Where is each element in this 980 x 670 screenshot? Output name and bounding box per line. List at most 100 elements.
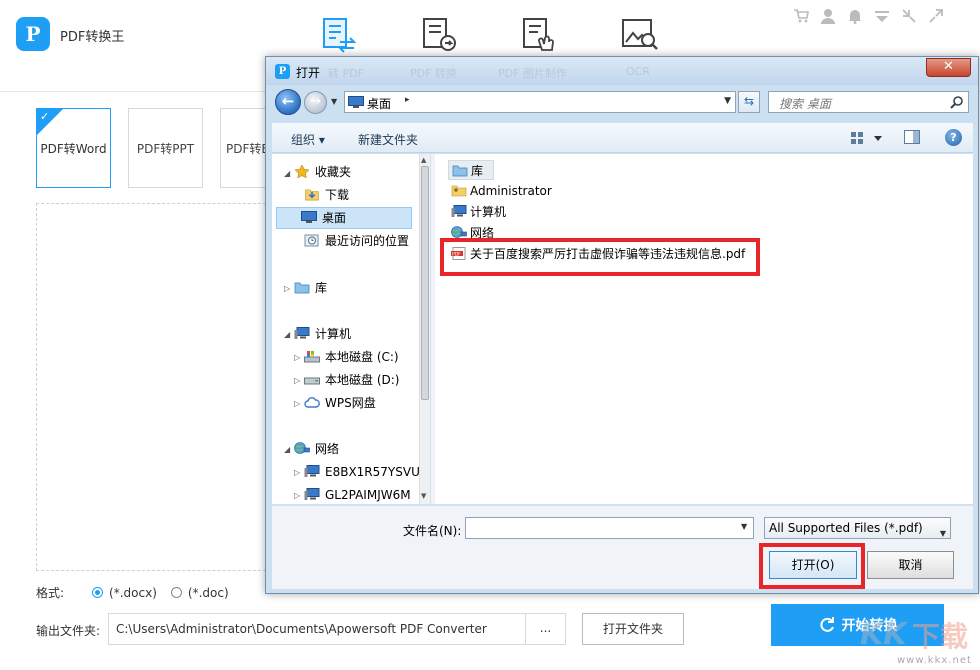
collapse-favorites-icon[interactable]: ◢: [284, 169, 290, 178]
nav-item-label: 最近访问的位置: [325, 234, 410, 248]
minimize-icon[interactable]: [901, 8, 917, 24]
nav-item-drive-c[interactable]: 本地磁盘 (C:): [304, 347, 399, 369]
format-options: 格式: (*.docx) (*.doc): [36, 584, 229, 601]
expand-drive-d-icon[interactable]: ▷: [294, 376, 300, 385]
cancel-button[interactable]: 取消: [867, 551, 954, 579]
expand-host-2-icon[interactable]: ▷: [294, 491, 300, 500]
forward-button[interactable]: →: [304, 91, 327, 114]
dialog-close-button[interactable]: ✕: [926, 58, 971, 77]
network-computer-icon: [304, 465, 320, 477]
nav-item-label: 库: [315, 281, 328, 295]
history-dropdown-icon[interactable]: ▼: [331, 97, 337, 106]
address-location: 桌面: [367, 97, 392, 111]
system-drive-icon: [304, 351, 320, 363]
nav-item-network-host[interactable]: GL2PAIMJW6M: [304, 485, 411, 504]
ghost-tab-text: PDF 图片制作: [498, 67, 567, 80]
check-icon: ✓: [40, 110, 50, 123]
open-folder-button[interactable]: 打开文件夹: [582, 613, 684, 645]
preview-pane-icon[interactable]: [904, 130, 920, 144]
refresh-button[interactable]: ⇆: [738, 91, 760, 113]
filetype-select[interactable]: All Supported Files (*.pdf) ▼: [764, 517, 951, 539]
cart-icon[interactable]: [793, 8, 809, 24]
address-separator-icon[interactable]: ▸: [405, 95, 410, 105]
ghost-tab-text: 转 PDF: [328, 67, 364, 80]
pdf-highlight-box: [440, 238, 760, 276]
radio-docx-label[interactable]: (*.docx): [109, 586, 157, 600]
drive-icon: [304, 377, 320, 385]
navigation-pane: ◢ 收藏夹 下载 桌面 最近访问的位置 ▷ 库 ◢ 计算机 ▷ 本地磁盘 (C:…: [272, 154, 430, 504]
dialog-bottom-bar: 文件名(N): ▼ All Supported Files (*.pdf) ▼ …: [272, 505, 973, 589]
file-item-administrator[interactable]: Administrator: [451, 181, 552, 201]
nav-item-wps-cloud[interactable]: WPS网盘: [304, 393, 376, 415]
format-label: 格式:: [36, 586, 65, 600]
collapse-network-icon[interactable]: ◢: [284, 445, 290, 454]
file-item-computer[interactable]: 计算机: [451, 202, 506, 222]
ghost-tab-text: PDF 转换: [410, 67, 457, 80]
filename-input[interactable]: [465, 517, 754, 539]
browse-button[interactable]: ...: [526, 613, 566, 645]
output-folder-path[interactable]: C:\Users\Administrator\Documents\Apowers…: [108, 613, 526, 645]
pdf-export-tool-icon[interactable]: [420, 16, 460, 54]
organize-button[interactable]: 组织 ▾: [291, 131, 325, 148]
nav-item-computer[interactable]: 计算机: [294, 324, 351, 346]
nav-item-drive-d[interactable]: 本地磁盘 (D:): [304, 370, 399, 392]
radio-doc-label[interactable]: (*.doc): [188, 586, 229, 600]
scroll-up-icon[interactable]: ▲: [421, 156, 426, 164]
pdf-edit-tool-icon[interactable]: [520, 16, 560, 54]
card-pdf-to-ppt[interactable]: PDF转PPT: [128, 108, 203, 188]
app-title: PDF转换王: [60, 30, 125, 45]
expand-drive-c-icon[interactable]: ▷: [294, 353, 300, 362]
nav-scrollbar[interactable]: ▲ ▼: [419, 154, 430, 504]
search-input[interactable]: 搜索 桌面: [768, 91, 969, 113]
library-icon: [452, 165, 468, 177]
nav-item-network-host[interactable]: E8BX1R57YSVU: [304, 462, 420, 484]
computer-icon: [451, 205, 467, 217]
dialog-title: 打开: [296, 66, 321, 80]
expand-host-1-icon[interactable]: ▷: [294, 468, 300, 477]
back-button[interactable]: ←: [275, 89, 301, 115]
pdf-convert-tool-icon[interactable]: [320, 16, 360, 54]
address-dropdown-icon[interactable]: ▼: [724, 96, 731, 106]
card-pdf-to-word[interactable]: ✓ PDF转Word: [36, 108, 111, 188]
card-label: PDF转E: [226, 142, 269, 156]
image-ocr-tool-icon[interactable]: [620, 16, 660, 54]
view-options-icon[interactable]: [850, 131, 884, 145]
address-bar[interactable]: 桌面 ▸ ▼: [344, 91, 736, 113]
nav-item-downloads[interactable]: 下载: [304, 185, 349, 207]
radio-docx[interactable]: [92, 587, 104, 598]
menu-icon[interactable]: [874, 8, 890, 24]
nav-item-label: 收藏夹: [315, 165, 352, 179]
nav-scrollbar-thumb[interactable]: [421, 166, 429, 400]
file-item-libraries[interactable]: 库: [448, 160, 495, 180]
radio-doc[interactable]: [170, 587, 182, 598]
help-icon[interactable]: ?: [945, 129, 962, 146]
refresh-icon: [819, 617, 834, 632]
star-icon: [294, 165, 310, 178]
nav-item-libraries[interactable]: 库: [294, 278, 327, 300]
bell-icon[interactable]: [847, 8, 863, 24]
nav-item-desktop[interactable]: 桌面: [276, 207, 412, 229]
card-label: PDF转Word: [40, 142, 107, 156]
open-button-highlight-box: [759, 543, 865, 589]
expand-wps-icon[interactable]: ▷: [294, 399, 300, 408]
network-computer-icon: [304, 488, 320, 500]
scroll-down-icon[interactable]: ▼: [421, 492, 426, 500]
nav-item-label: 下载: [325, 188, 350, 202]
nav-item-favorites[interactable]: 收藏夹: [294, 162, 351, 184]
svg-text:下载: 下载: [912, 620, 968, 653]
collapse-computer-icon[interactable]: ◢: [284, 330, 290, 339]
dialog-app-icon: P: [275, 64, 290, 79]
file-item-label: Administrator: [470, 184, 552, 198]
maximize-icon[interactable]: [928, 8, 944, 24]
watermark-logo-icon: KK 下载: [860, 617, 968, 653]
library-icon: [294, 282, 310, 294]
file-drop-zone[interactable]: [36, 203, 276, 571]
new-folder-button[interactable]: 新建文件夹: [358, 131, 418, 148]
nav-item-network[interactable]: 网络: [294, 439, 339, 461]
search-placeholder: 搜索 桌面: [779, 97, 831, 111]
dialog-titlebar[interactable]: P 打开 转 PDF PDF 转换 PDF 图片制作 OCR ✕: [266, 57, 978, 85]
nav-item-recent[interactable]: 最近访问的位置: [304, 231, 409, 253]
user-icon[interactable]: [820, 8, 836, 24]
nav-item-label: WPS网盘: [325, 396, 376, 410]
expand-libraries-icon[interactable]: ▷: [284, 284, 290, 293]
